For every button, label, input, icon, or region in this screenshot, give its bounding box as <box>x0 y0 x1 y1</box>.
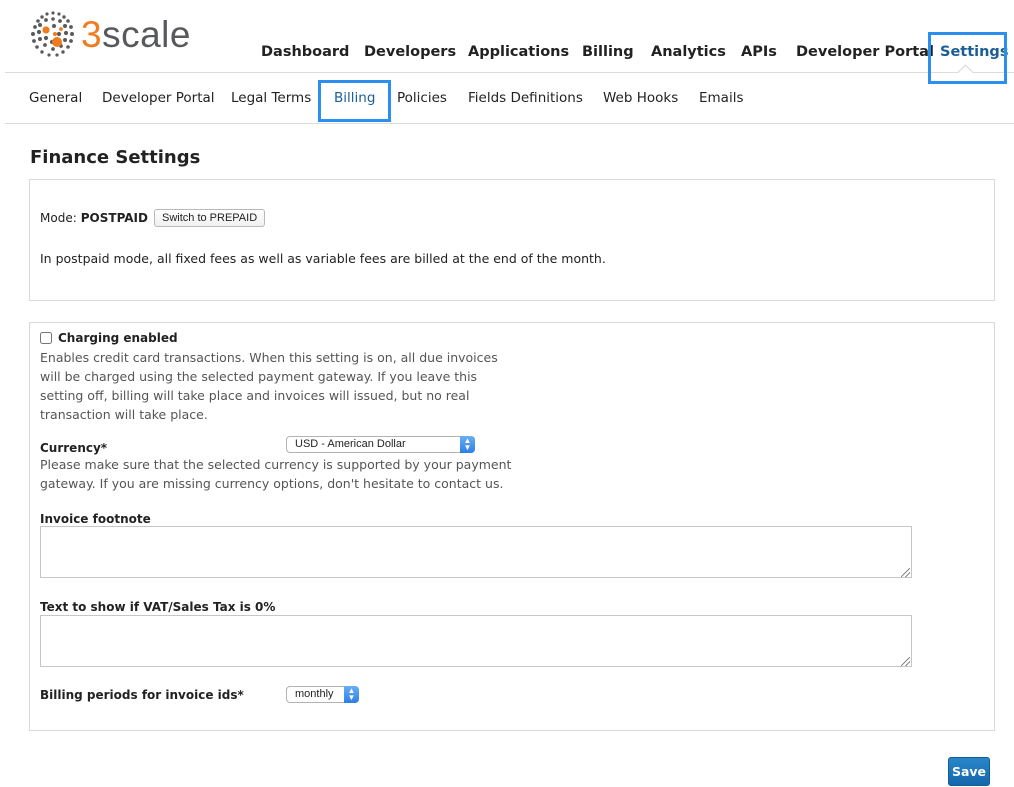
sub-nav-general[interactable]: General <box>29 86 82 110</box>
main-nav-applications[interactable]: Applications <box>468 40 569 64</box>
main-nav-divider <box>5 72 1014 73</box>
main-nav-apis[interactable]: APIs <box>741 40 777 64</box>
mode-description: In postpaid mode, all fixed fees as well… <box>40 251 606 266</box>
page-title: Finance Settings <box>30 147 201 168</box>
billing-mode-row: Mode: POSTPAID Switch to PREPAID <box>40 209 266 227</box>
vat-text-label: Text to show if VAT/Sales Tax is 0% <box>40 600 276 614</box>
switch-to-prepaid-button[interactable]: Switch to PREPAID <box>153 209 266 227</box>
logo-text: 3scale <box>81 14 191 55</box>
billing-period-label: Billing periods for invoice ids* <box>40 688 244 702</box>
sub-nav-legal-terms[interactable]: Legal Terms <box>231 86 311 110</box>
charging-enabled-label[interactable]: Charging enabled <box>58 331 178 345</box>
save-button[interactable]: Save <box>948 757 990 786</box>
sub-nav-divider <box>5 123 1014 124</box>
currency-hint: Please make sure that the selected curre… <box>40 457 512 491</box>
invoice-footnote-textarea[interactable] <box>40 526 912 578</box>
main-nav-developers[interactable]: Developers <box>364 40 456 64</box>
sub-nav-emails[interactable]: Emails <box>699 86 744 110</box>
charging-enabled-field: Charging enabled Enables credit card tra… <box>40 331 520 424</box>
billing-period-field: Billing periods for invoice ids* monthly… <box>40 686 440 704</box>
main-nav-billing[interactable]: Billing <box>582 40 634 64</box>
invoice-footnote-label: Invoice footnote <box>40 512 151 526</box>
charging-enabled-hint: Enables credit card transactions. When t… <box>40 350 498 422</box>
billing-period-selected-value: monthly <box>295 688 334 700</box>
main-nav-analytics[interactable]: Analytics <box>651 40 726 64</box>
sub-nav-policies[interactable]: Policies <box>397 86 447 110</box>
main-nav-dashboard[interactable]: Dashboard <box>261 40 349 64</box>
main-nav-settings[interactable]: Settings <box>940 40 1008 64</box>
mode-value: POSTPAID <box>80 211 148 225</box>
billing-period-select[interactable]: monthly ▲ ▼ <box>286 686 359 703</box>
resize-grip-icon[interactable] <box>901 657 910 666</box>
finance-settings-form: Charging enabled Enables credit card tra… <box>29 322 995 731</box>
charging-enabled-checkbox[interactable] <box>40 332 52 344</box>
currency-label: Currency* <box>40 441 108 455</box>
currency-selected-value: USD - American Dollar <box>295 438 406 450</box>
mode-label: Mode: <box>40 211 77 225</box>
logo[interactable]: 3scale <box>28 10 208 62</box>
main-nav-developer-portal[interactable]: Developer Portal <box>796 40 934 64</box>
vat-text-textarea[interactable] <box>40 615 912 667</box>
select-arrows-icon: ▲ ▼ <box>460 436 475 453</box>
sub-nav-fields-definitions[interactable]: Fields Definitions <box>468 86 583 110</box>
resize-grip-icon[interactable] <box>901 568 910 577</box>
sub-nav-developer-portal[interactable]: Developer Portal <box>102 86 215 110</box>
currency-select[interactable]: USD - American Dollar ▲ ▼ <box>286 436 475 453</box>
sub-nav-web-hooks[interactable]: Web Hooks <box>603 86 678 110</box>
active-tab-caret-icon <box>957 64 973 73</box>
select-arrows-icon: ▲ ▼ <box>344 686 359 703</box>
billing-mode-panel: Mode: POSTPAID Switch to PREPAID In post… <box>29 179 995 301</box>
sub-nav-billing[interactable]: Billing <box>334 86 375 110</box>
logo-dots-icon <box>31 11 74 57</box>
